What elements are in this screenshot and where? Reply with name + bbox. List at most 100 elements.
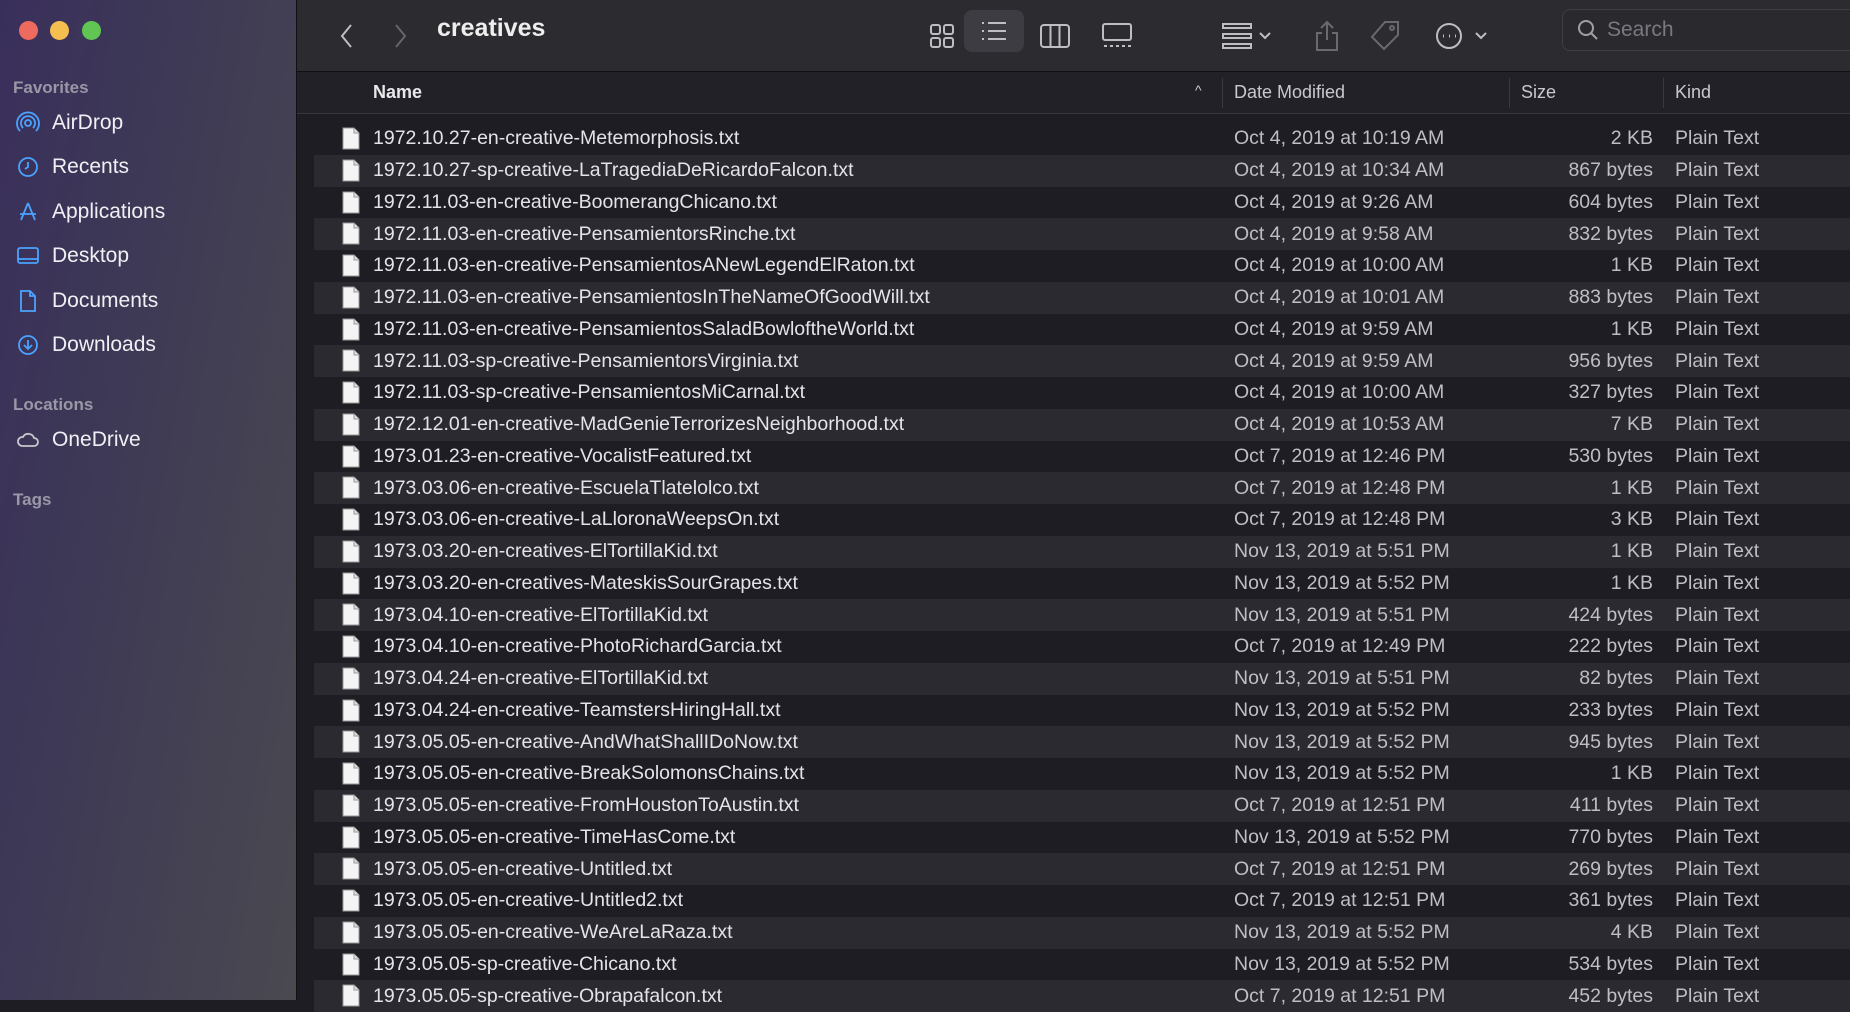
file-row[interactable]: 1972.11.03-en-creative-PensamientosInThe…: [314, 281, 1850, 314]
kind-column-header[interactable]: Kind: [1675, 82, 1711, 103]
date-modified: Oct 4, 2019 at 10:00 AM: [1234, 254, 1445, 277]
file-row[interactable]: 1972.12.01-en-creative-MadGenieTerrorize…: [314, 408, 1850, 441]
sidebar-item-documents[interactable]: Documents: [16, 289, 158, 313]
search-field[interactable]: Search: [1562, 9, 1850, 51]
sidebar-item-downloads[interactable]: Downloads: [16, 333, 156, 357]
sidebar-item-applications[interactable]: Applications: [16, 200, 165, 224]
file-row[interactable]: 1972.11.03-sp-creative-PensamientosMiCar…: [314, 377, 1850, 409]
more-actions-button[interactable]: [1432, 16, 1492, 56]
file-row[interactable]: 1973.05.05-sp-creative-Chicano.txt Nov 13…: [314, 949, 1850, 981]
file-size: 7 KB: [1610, 413, 1653, 436]
tag-icon: [1370, 21, 1399, 51]
file-row[interactable]: 1972.10.27-sp-creative-LaTragediaDeRicar…: [314, 154, 1850, 187]
list-view-button[interactable]: [964, 10, 1024, 52]
forward-button[interactable]: [385, 16, 415, 56]
file-kind: Plain Text: [1675, 857, 1760, 880]
file-kind: Plain Text: [1675, 222, 1760, 245]
file-name: 1973.05.05-en-creative-AndWhatShallIDoNo…: [373, 730, 798, 753]
file-kind: Plain Text: [1675, 984, 1760, 1007]
text-file-icon: [342, 222, 360, 245]
file-row[interactable]: 1972.11.03-en-creative-PensamientosSalad…: [314, 314, 1850, 346]
sidebar-item-recents[interactable]: Recents: [16, 155, 129, 179]
file-row[interactable]: 1973.05.05-en-creative-FromHoustonToAust…: [314, 789, 1850, 822]
tags-button[interactable]: [1365, 16, 1405, 56]
sidebar-item-desktop[interactable]: Desktop: [16, 244, 129, 268]
file-size: 1 KB: [1610, 762, 1653, 785]
text-file-icon: [342, 445, 360, 467]
close-button[interactable]: [19, 21, 38, 40]
text-file-icon: [342, 667, 360, 690]
sidebar-item-label: Applications: [52, 199, 166, 223]
text-file-icon: [342, 826, 360, 848]
file-row[interactable]: 1972.11.03-en-creative-PensamientorsRinc…: [314, 218, 1850, 250]
date-modified: Nov 13, 2019 at 5:52 PM: [1234, 571, 1450, 594]
file-row[interactable]: 1973.01.23-en-creative-VocalistFeatured.…: [314, 441, 1850, 473]
file-row[interactable]: 1973.04.10-en-creative-ElTortillaKid.txt…: [314, 599, 1850, 631]
file-row[interactable]: 1973.03.20-en-creatives-MateskisSourGrap…: [314, 568, 1850, 600]
file-name: 1972.11.03-sp-creative-PensamientorsVirg…: [373, 349, 799, 372]
text-file-icon: [342, 889, 360, 912]
sidebar: Favorites AirDrop Recents Applications Desk…: [0, 0, 297, 1000]
file-row[interactable]: 1973.04.24-en-creative-TeamstersHiringHa…: [314, 695, 1850, 727]
grid-icon: [930, 24, 954, 48]
file-row[interactable]: 1973.05.05-en-creative-Untitled.txt Oct 7…: [314, 853, 1850, 885]
file-row[interactable]: 1972.10.27-en-creative-Metemorphosis.txt…: [314, 123, 1850, 155]
file-row[interactable]: 1973.05.05-sp-creative-Obrapafalcon.txt O…: [314, 980, 1850, 1012]
file-row[interactable]: 1973.04.10-en-creative-PhotoRichardGarci…: [314, 631, 1850, 663]
file-row[interactable]: 1972.11.03-sp-creative-PensamientorsVirg…: [314, 345, 1850, 377]
name-column-header[interactable]: Name: [373, 82, 422, 103]
icon-view-button[interactable]: [917, 16, 967, 56]
file-name: 1973.04.24-en-creative-ElTortillaKid.txt: [373, 667, 708, 690]
minimize-button[interactable]: [50, 21, 69, 40]
file-kind: Plain Text: [1675, 698, 1760, 721]
file-size: 770 bytes: [1568, 825, 1653, 848]
file-row[interactable]: 1973.03.06-en-creative-LaLloronaWeepsOn.…: [314, 504, 1850, 536]
sidebar-item-airdrop[interactable]: AirDrop: [16, 111, 123, 135]
date-column-header[interactable]: Date Modified: [1234, 82, 1345, 103]
applications-icon: [20, 202, 36, 221]
size-column-header[interactable]: Size: [1521, 82, 1556, 103]
toolbar: creatives Search: [297, 0, 1850, 72]
sidebar-item-label: Recents: [52, 155, 130, 179]
text-file-icon: [342, 635, 360, 658]
file-row[interactable]: 1973.04.24-en-creative-ElTortillaKid.txt…: [314, 662, 1850, 695]
columns-icon: [1040, 24, 1070, 48]
file-name: 1972.11.03-en-creative-PensamientorsRinc…: [373, 222, 796, 245]
group-icon: [1222, 23, 1271, 49]
back-button[interactable]: [332, 16, 362, 56]
text-file-icon: [342, 857, 360, 880]
file-row[interactable]: 1973.05.05-en-creative-TimeHasCome.txt No…: [314, 822, 1850, 854]
file-name: 1973.05.05-en-creative-Untitled.txt: [373, 857, 673, 880]
text-file-icon: [342, 349, 360, 372]
file-row[interactable]: 1973.05.05-en-creative-AndWhatShallIDoNo…: [314, 726, 1850, 758]
share-button[interactable]: [1307, 16, 1347, 56]
gallery-icon: [1102, 23, 1132, 47]
gallery-view-button[interactable]: [1092, 16, 1142, 56]
locations-heading: Locations: [13, 395, 94, 414]
file-row[interactable]: 1972.11.03-en-creative-PensamientosANewL…: [314, 250, 1850, 282]
date-modified: Oct 7, 2019 at 12:46 PM: [1234, 444, 1446, 467]
file-row[interactable]: 1973.05.05-en-creative-WeAreLaRaza.txt No…: [314, 916, 1850, 949]
file-size: 956 bytes: [1568, 349, 1653, 372]
sidebar-item-onedrive[interactable]: OneDrive: [16, 428, 141, 452]
group-button[interactable]: [1217, 16, 1277, 56]
text-file-icon: [342, 159, 360, 182]
file-row[interactable]: 1972.11.03-en-creative-BoomerangChicano.…: [314, 187, 1850, 219]
file-row[interactable]: 1973.05.05-en-creative-Untitled2.txt Oct …: [314, 885, 1850, 917]
file-size: 4 KB: [1610, 921, 1653, 944]
ellipsis-circle-icon: [1436, 23, 1487, 49]
file-size: 1 KB: [1610, 571, 1653, 594]
file-name: 1972.11.03-sp-creative-PensamientosMiCar…: [373, 381, 806, 404]
file-size: 411 bytes: [1569, 794, 1653, 817]
date-modified: Nov 13, 2019 at 5:51 PM: [1234, 603, 1450, 626]
file-row[interactable]: 1973.03.20-en-creatives-ElTortillaKid.tx…: [314, 535, 1850, 568]
date-modified: Oct 7, 2019 at 12:51 PM: [1234, 984, 1446, 1007]
column-view-button[interactable]: [1030, 16, 1080, 56]
date-modified: Oct 7, 2019 at 12:51 PM: [1234, 857, 1446, 880]
file-row[interactable]: 1973.03.06-en-creative-EscuelaTlatelolco…: [314, 472, 1850, 504]
file-kind: Plain Text: [1675, 730, 1760, 753]
file-row[interactable]: 1973.05.05-en-creative-BreakSolomonsChai…: [314, 758, 1850, 790]
file-name: 1973.04.24-en-creative-TeamstersHiringHa…: [373, 698, 781, 721]
zoom-button[interactable]: [82, 21, 101, 40]
file-size: 233 bytes: [1568, 698, 1653, 721]
